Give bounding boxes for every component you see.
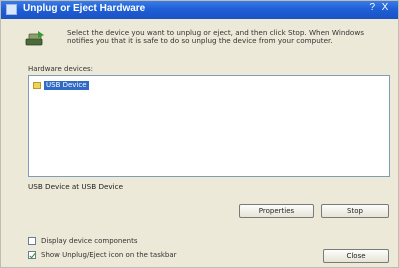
close-window-button[interactable]: X [380, 2, 390, 13]
unplug-eject-dialog: Unplug or Eject Hardware ? X Select the … [0, 0, 399, 268]
hardware-devices-list[interactable]: USB Device [28, 75, 390, 177]
display-components-label: Display device components [41, 237, 138, 245]
instructions-text: Select the device you want to unplug or … [67, 28, 364, 45]
help-button[interactable]: ? [367, 2, 377, 13]
display-components-option[interactable]: Display device components [28, 237, 138, 245]
usb-device-icon [33, 81, 41, 89]
window-title: Unplug or Eject Hardware [23, 3, 146, 14]
show-icon-option[interactable]: Show Unplug/Eject icon on the taskbar [28, 251, 177, 259]
close-button[interactable]: Close [323, 249, 389, 263]
app-icon [6, 4, 17, 15]
list-item[interactable]: USB Device [33, 80, 89, 90]
show-icon-label: Show Unplug/Eject icon on the taskbar [41, 251, 177, 259]
window-controls: ? X [367, 2, 390, 13]
stop-button[interactable]: Stop [321, 204, 389, 218]
device-status-text: USB Device at USB Device [28, 182, 124, 191]
hardware-devices-label: Hardware devices: [28, 65, 94, 73]
hardware-icon [25, 31, 44, 46]
title-bar[interactable]: Unplug or Eject Hardware ? X [1, 1, 398, 19]
properties-button[interactable]: Properties [239, 204, 314, 218]
show-icon-checkbox[interactable] [28, 251, 36, 259]
display-components-checkbox[interactable] [28, 237, 36, 245]
list-item-label: USB Device [44, 80, 89, 90]
